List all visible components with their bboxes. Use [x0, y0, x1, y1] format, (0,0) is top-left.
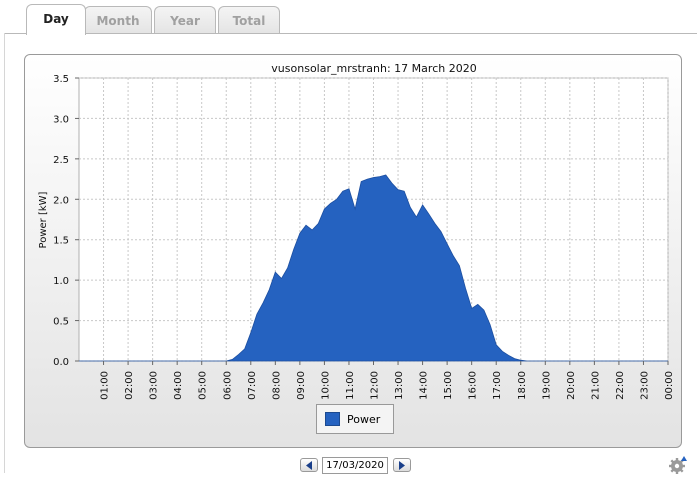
x-tick-label: 15:00 — [443, 371, 454, 400]
x-tick-label: 10:00 — [320, 371, 331, 400]
chart-legend: Power — [316, 404, 394, 434]
triangle-left-icon — [306, 461, 312, 470]
y-axis-ticks: 0.0 0.5 1.0 1.5 2.0 2.5 3.0 3.5 — [53, 74, 79, 368]
next-day-button[interactable] — [393, 458, 411, 472]
x-tick-label: 20:00 — [566, 371, 577, 400]
x-tick-label: 19:00 — [541, 371, 552, 400]
x-tick-label: 09:00 — [296, 371, 307, 400]
x-tick-label: 13:00 — [394, 371, 405, 400]
y-tick-label: 3.5 — [53, 74, 69, 85]
settings-button[interactable] — [668, 455, 688, 475]
previous-day-button[interactable] — [300, 458, 318, 472]
x-tick-label: 21:00 — [590, 371, 601, 400]
x-tick-label: 17:00 — [492, 371, 503, 400]
y-tick-label: 0.5 — [53, 317, 69, 328]
y-tick-label: 2.5 — [53, 155, 69, 166]
triangle-right-icon — [399, 461, 405, 470]
x-tick-label: 06:00 — [222, 371, 233, 400]
legend-label: Power — [347, 413, 381, 426]
y-tick-label: 2.0 — [53, 195, 69, 206]
x-tick-label: 16:00 — [468, 371, 479, 400]
gear-icon — [669, 456, 687, 474]
x-tick-label: 07:00 — [247, 371, 258, 400]
x-tick-label: 18:00 — [517, 371, 528, 400]
legend-swatch — [325, 412, 340, 426]
y-tick-label: 0.0 — [53, 357, 69, 368]
chart-title: vusonsolar_mrstranh: 17 March 2020 — [271, 62, 476, 75]
x-axis-ticks: 01:00 02:00 03:00 04:00 05:00 06:00 07:00 08:00… — [100, 361, 675, 400]
x-tick-label: 12:00 — [370, 371, 381, 400]
y-axis-label: Power [kW] — [38, 191, 49, 248]
y-tick-label: 1.0 — [53, 276, 69, 287]
y-tick-label: 1.5 — [53, 236, 69, 247]
y-tick-label: 3.0 — [53, 114, 69, 125]
date-field[interactable] — [322, 457, 388, 474]
x-tick-label: 00:00 — [664, 371, 675, 400]
x-tick-label: 03:00 — [149, 371, 160, 400]
x-tick-label: 02:00 — [124, 371, 135, 400]
x-tick-label: 23:00 — [639, 371, 650, 400]
x-tick-label: 14:00 — [419, 371, 430, 400]
tab-day[interactable]: Day — [26, 4, 86, 35]
x-tick-label: 11:00 — [345, 371, 356, 400]
x-tick-label: 08:00 — [271, 371, 282, 400]
x-tick-label: 05:00 — [198, 371, 209, 400]
x-tick-label: 22:00 — [615, 371, 626, 400]
x-tick-label: 04:00 — [173, 371, 184, 400]
x-tick-label: 01:00 — [100, 371, 111, 400]
